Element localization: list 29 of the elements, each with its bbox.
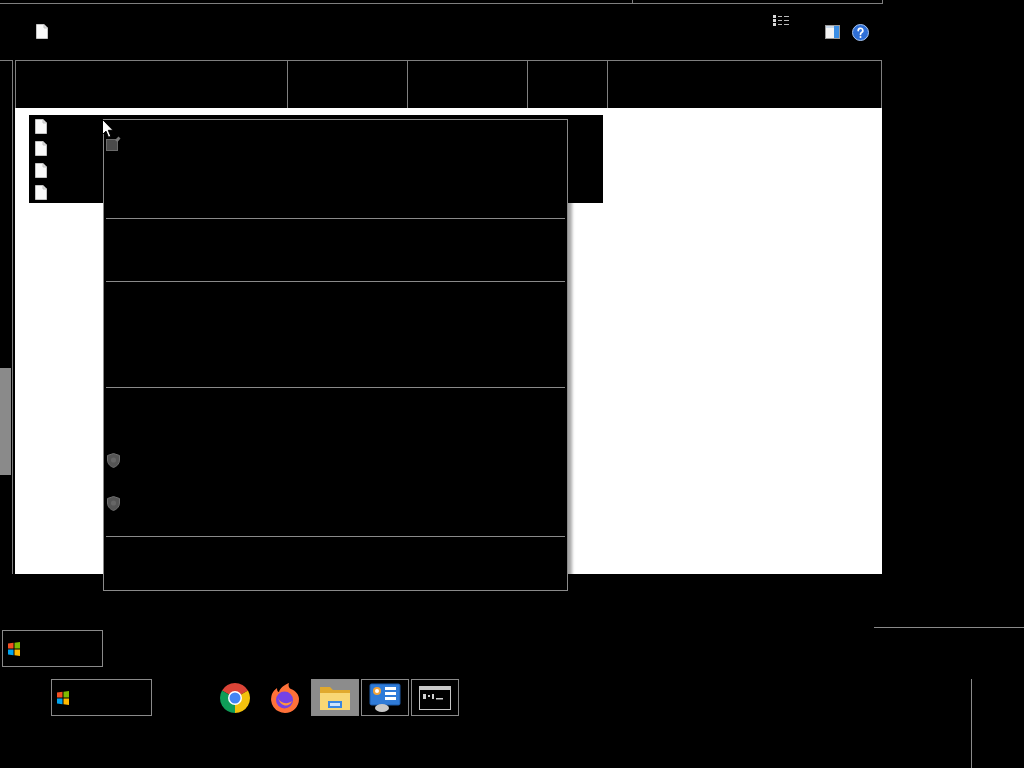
file-icon: [35, 140, 47, 156]
column-header[interactable]: [287, 60, 407, 108]
list-view-icon[interactable]: [773, 15, 789, 26]
file-icon: [35, 118, 47, 134]
column-header[interactable]: [527, 60, 607, 108]
ring-logo-icon: [219, 681, 251, 714]
preview-pane-icon[interactable]: [825, 25, 840, 39]
flag-logo-icon: [56, 690, 70, 705]
column-header[interactable]: [407, 60, 527, 108]
column-header[interactable]: [607, 60, 882, 108]
flag-logo-icon: [7, 641, 21, 656]
start-button[interactable]: [2, 630, 103, 667]
scrollbar-thumb[interactable]: [0, 368, 11, 475]
help-icon[interactable]: [852, 24, 869, 41]
terminal-icon: [419, 685, 451, 710]
panel-icon: [369, 682, 401, 713]
taskbar-app-button[interactable]: [361, 679, 409, 716]
box-icon: [106, 136, 121, 151]
column-header[interactable]: [15, 60, 287, 108]
file-icon: [35, 184, 47, 200]
flame-logo-icon: [269, 681, 301, 714]
taskbar-app-button[interactable]: [411, 679, 459, 716]
shield-icon: [107, 453, 120, 468]
file-icon[interactable]: [36, 24, 48, 39]
file-icon: [35, 162, 47, 178]
shield-icon: [107, 496, 120, 511]
search-field[interactable]: [633, 0, 883, 4]
address-field[interactable]: [0, 0, 633, 4]
start-button[interactable]: [51, 679, 152, 716]
